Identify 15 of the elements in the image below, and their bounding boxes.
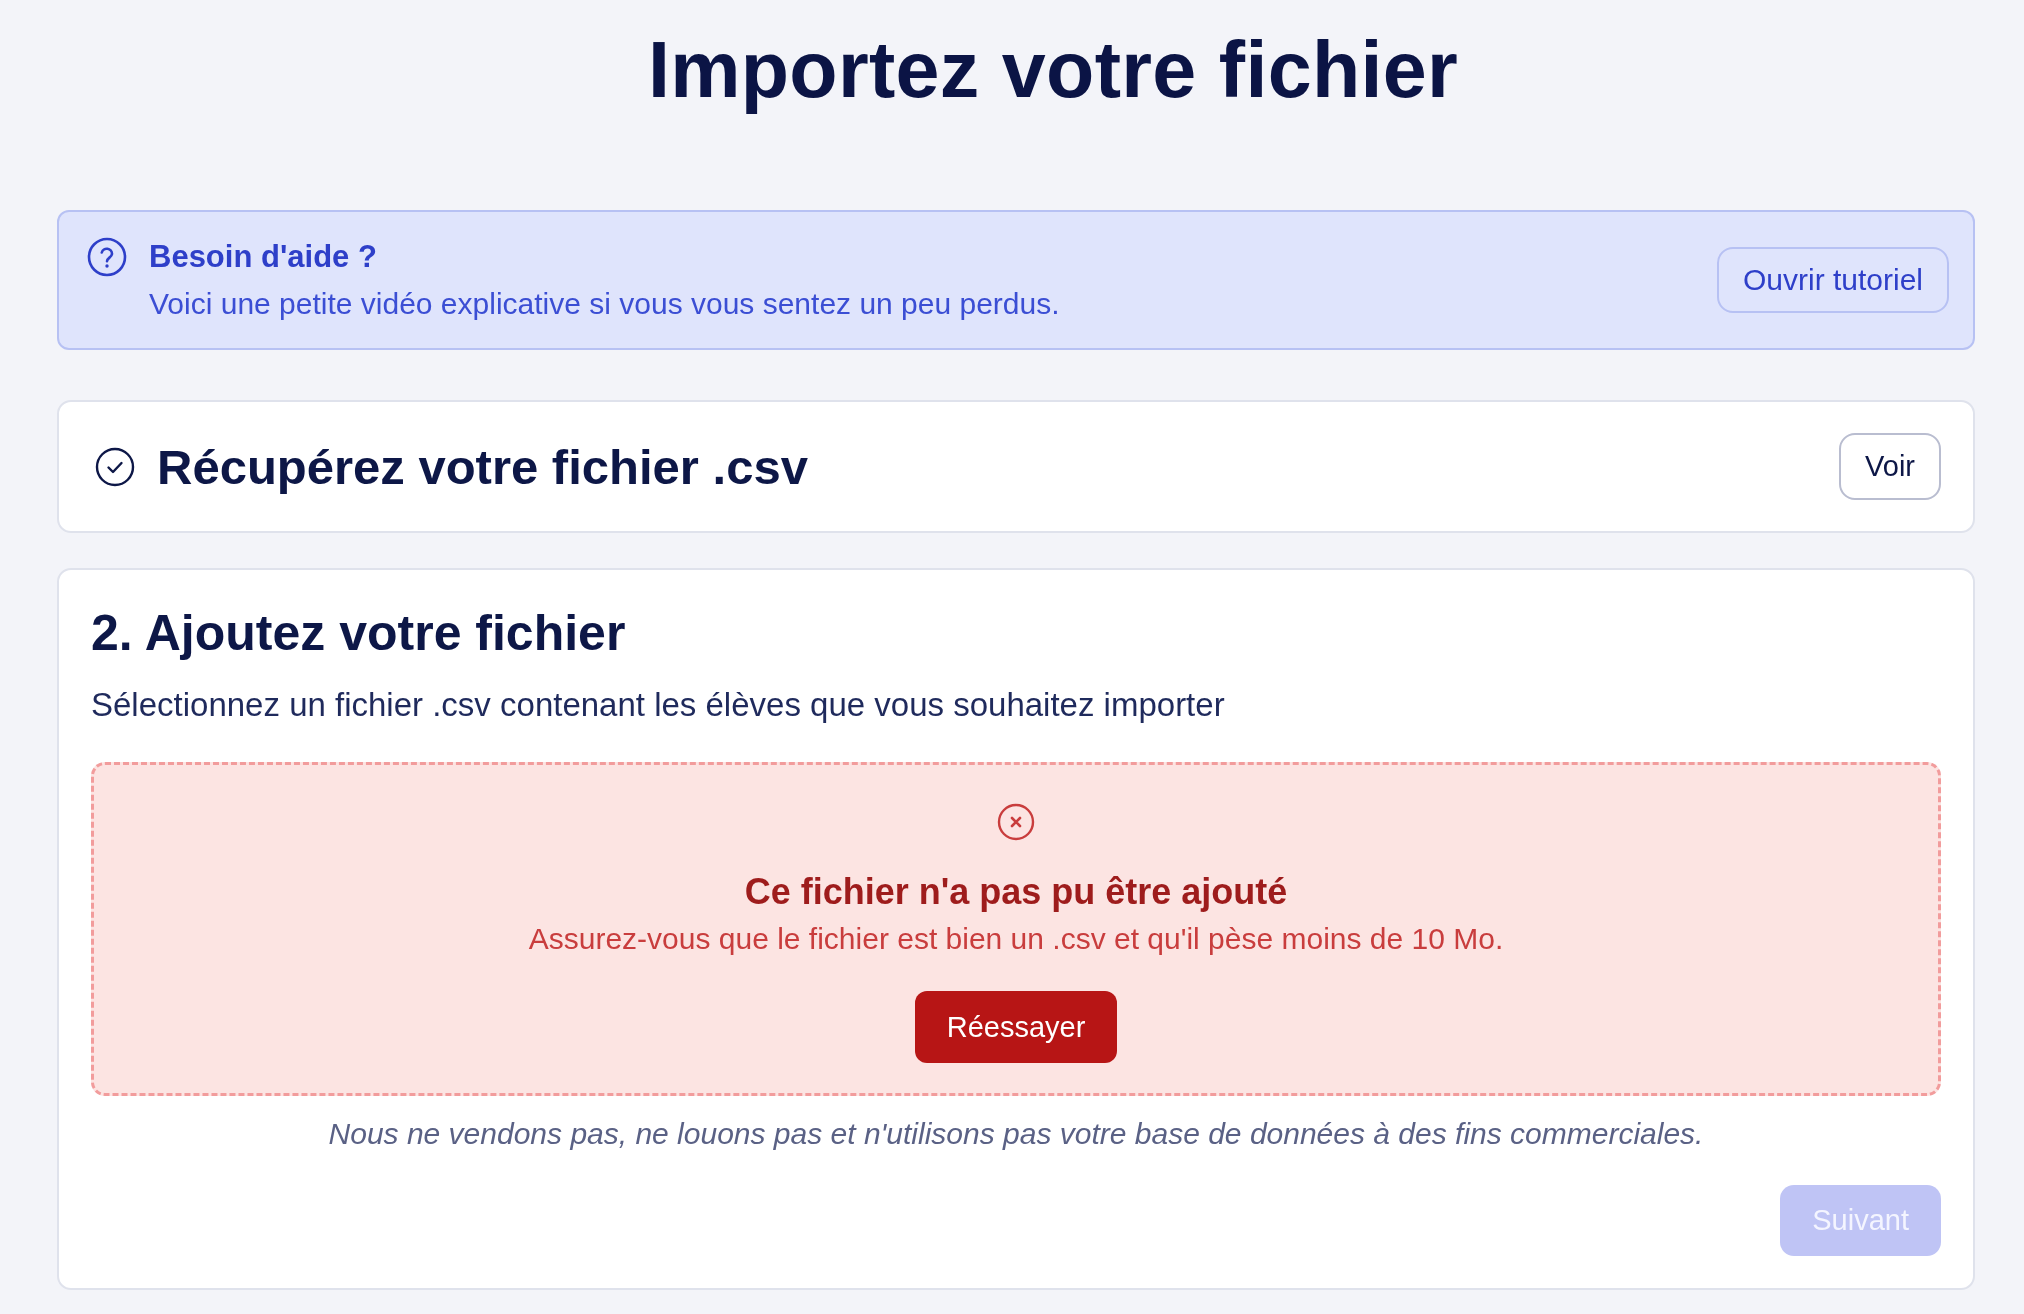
privacy-note: Nous ne vendons pas, ne louons pas et n'utilisons pas votre base de données à des fins commerciales. (327, 1116, 1705, 1152)
step-title: Récupérez votre fichier .csv (157, 438, 808, 496)
x-circle-icon (997, 803, 1035, 841)
page-title: Importez votre fichier (648, 24, 1458, 116)
step-description: Sélectionnez un fichier .csv contenant les élèves que vous souhaitez importer (91, 685, 1226, 725)
help-title: Besoin d'aide ? (149, 237, 378, 276)
help-text: Voici une petite vidéo explicative si vous vous sentez un peu perdus. (149, 285, 1060, 322)
question-circle-icon (87, 236, 127, 277)
upload-drop-zone[interactable]: Ce fichier n'a pas pu être ajouté Assurez-vous que le fichier est bien un .csv et qu'il pèse moins de 10 Mo. Réessayer (91, 762, 1941, 1096)
tutorial-button[interactable]: Ouvrir tutoriel (1716, 247, 1949, 313)
error-title: Ce fichier n'a pas pu être ajouté (744, 870, 1288, 914)
retry-button[interactable]: Réessayer (914, 991, 1118, 1063)
step-title: 2. Ajoutez votre fichier (91, 604, 627, 663)
error-message: Assurez-vous que le fichier est bien un .csv et qu'il pèse moins de 10 Mo. (528, 921, 1504, 957)
view-button[interactable]: Voir (1839, 433, 1941, 500)
